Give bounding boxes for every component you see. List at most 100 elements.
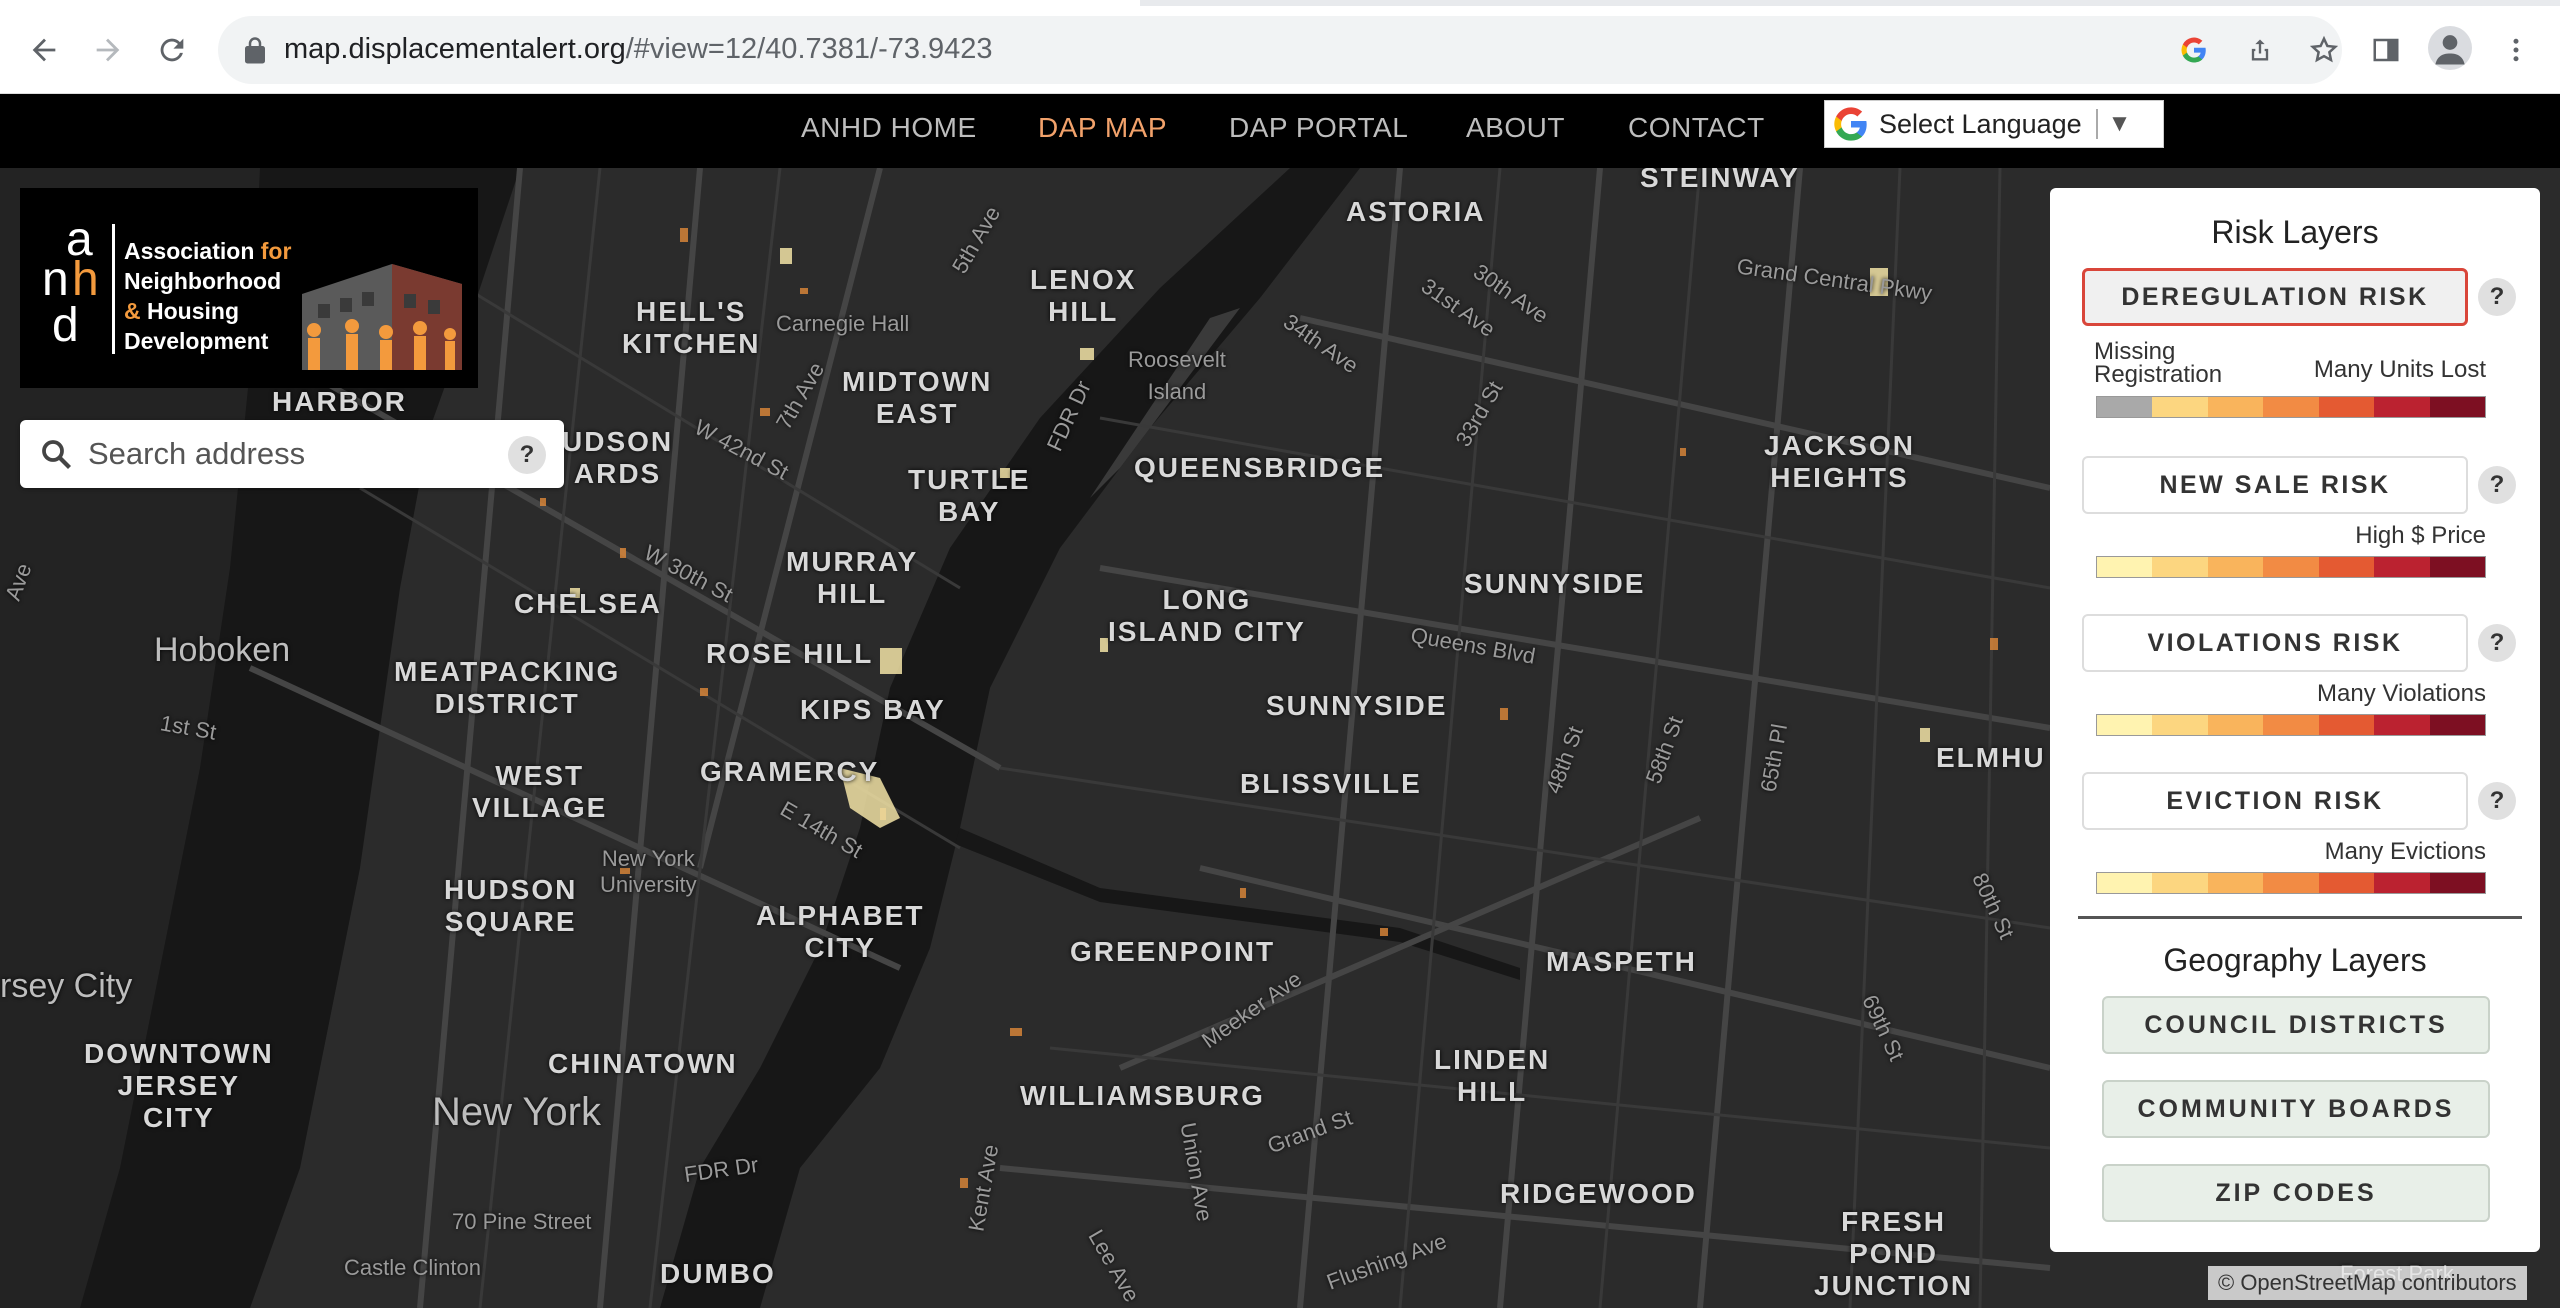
logo-letters: a n h d <box>42 216 122 368</box>
council-districts-button[interactable]: COUNCIL DISTRICTS <box>2102 996 2490 1054</box>
logo-building-art-icon <box>302 264 462 370</box>
map-label-kips-bay: KIPS BAY <box>800 694 946 725</box>
map-label-greenpoint: GREENPOINT <box>1070 936 1276 967</box>
new-sale-help-icon[interactable]: ? <box>2478 466 2516 504</box>
lock-icon <box>245 37 265 64</box>
panel-divider <box>2078 916 2522 919</box>
nav-dap-map[interactable]: DAP MAP <box>1038 112 1167 144</box>
map-label-ridgewood: RIDGEWOOD <box>1500 1178 1697 1209</box>
map-label-chelsea: CHELSEA <box>514 588 662 619</box>
map-label-lenox-hill: LENOX HILL <box>1030 264 1137 327</box>
eviction-help-icon[interactable]: ? <box>2478 782 2516 820</box>
map-label-sunnyside: SUNNYSIDE <box>1464 568 1646 599</box>
map-attribution[interactable]: © OpenStreetMap contributors <box>2208 1266 2527 1300</box>
new-sale-risk-button[interactable]: NEW SALE RISK <box>2082 456 2468 514</box>
deregulation-legend-high: Many Units Lost <box>2313 356 2486 383</box>
map-label-hudson-square: HUDSON SQUARE <box>444 874 578 937</box>
map-label-elmhurst: ELMHU <box>1936 742 2046 773</box>
logo-divider <box>112 224 115 354</box>
map-label-hells-kitchen: HELL'S KITCHEN <box>622 296 761 359</box>
map-label-jersey-city: rsey City <box>0 967 133 1005</box>
nav-about[interactable]: ABOUT <box>1466 112 1565 144</box>
logo-letter-n: n <box>42 253 69 306</box>
profile-avatar-icon[interactable] <box>2428 26 2472 70</box>
deregulation-help-icon[interactable]: ? <box>2478 278 2516 316</box>
map-label-linden-hill: LINDEN HILL <box>1434 1044 1551 1107</box>
address-bar[interactable]: map.displacementalert.org/#view=12/40.73… <box>218 16 2342 84</box>
url-text: map.displacementalert.org/#view=12/40.73… <box>284 33 993 65</box>
map-label-roosevelt-island: Roosevelt Island <box>1128 347 1226 404</box>
new-sale-legend-high: High $ Price <box>2355 522 2486 549</box>
nav-contact[interactable]: CONTACT <box>1628 112 1765 144</box>
map-label-carnegie-hall: Carnegie Hall <box>776 311 910 336</box>
caret-down-icon: ▼ <box>2107 110 2132 137</box>
map-label-steinway: STEINWAY <box>1640 168 1800 193</box>
risk-layers-title: Risk Layers <box>2211 214 2379 250</box>
deregulation-risk-button[interactable]: DEREGULATION RISK <box>2082 268 2468 326</box>
new-sale-color-ramp <box>2096 556 2486 578</box>
map-label-fresh-pond: FRESH POND JUNCTION <box>1814 1206 1974 1301</box>
anhd-logo[interactable]: a n h d Association for Neighborhood & H… <box>20 188 478 388</box>
map-label-alphabet-city: ALPHABET CITY <box>756 900 925 963</box>
map-label-castle-clinton: Castle Clinton <box>344 1255 481 1280</box>
map-label-williamsburg: WILLIAMSBURG <box>1020 1080 1265 1111</box>
map-label-gramercy: GRAMERCY <box>700 756 880 787</box>
violations-legend-high: Many Violations <box>2317 680 2486 707</box>
reload-icon[interactable] <box>148 26 196 74</box>
nav-dap-portal[interactable]: DAP PORTAL <box>1229 112 1408 144</box>
map-label-long-island-city: LONG ISLAND CITY <box>1108 584 1306 647</box>
map-label-sunnyside-2: SUNNYSIDE <box>1266 690 1448 721</box>
violations-risk-button[interactable]: VIOLATIONS RISK <box>2082 614 2468 672</box>
map-label-chinatown: CHINATOWN <box>548 1048 738 1079</box>
back-icon[interactable] <box>20 26 68 74</box>
browser-toolbar: map.displacementalert.org/#view=12/40.73… <box>0 0 2560 94</box>
map-label-nyu: New York University <box>600 846 697 897</box>
logo-name: Association for Neighborhood & Housing D… <box>124 238 292 354</box>
search-input[interactable] <box>88 430 508 478</box>
more-menu-icon[interactable] <box>2492 26 2540 74</box>
map-label-meatpacking: MEATPACKING DISTRICT <box>394 656 621 719</box>
deregulation-color-ramp <box>2096 396 2486 418</box>
map-label-murray-hill: MURRAY HILL <box>786 546 919 609</box>
map-label-downtown-jersey-city: DOWNTOWN JERSEY CITY <box>84 1038 274 1133</box>
google-lens-icon[interactable] <box>2176 32 2212 68</box>
map-label-rose-hill: ROSE HILL <box>706 638 874 669</box>
zip-codes-button[interactable]: ZIP CODES <box>2102 1164 2490 1222</box>
map-label-dumbo: DUMBO <box>660 1258 776 1289</box>
google-g-icon <box>1834 107 1867 141</box>
forward-icon[interactable] <box>84 26 132 74</box>
eviction-risk-button[interactable]: EVICTION RISK <box>2082 772 2468 830</box>
violations-color-ramp <box>2096 714 2486 736</box>
address-search-box: ? <box>20 420 564 488</box>
map-label-harbor: HARBOR <box>272 386 407 417</box>
map-label-new-york: New York <box>432 1090 601 1134</box>
map-label-astoria: ASTORIA <box>1346 196 1486 227</box>
eviction-legend-high: Many Evictions <box>2324 838 2486 865</box>
side-panel-icon[interactable] <box>2362 26 2410 74</box>
share-icon[interactable] <box>2242 32 2278 68</box>
map-label-jackson-heights: JACKSON HEIGHTS <box>1764 430 1915 493</box>
map-label-blissville: BLISSVILLE <box>1240 768 1422 799</box>
search-help-icon[interactable]: ? <box>508 436 546 474</box>
nav-anhd-home[interactable]: ANHD HOME <box>801 112 977 144</box>
language-separator <box>2095 109 2098 139</box>
violations-help-icon[interactable]: ? <box>2478 624 2516 662</box>
map-label-pine-street: 70 Pine Street <box>452 1209 592 1234</box>
logo-letter-h: h <box>72 253 99 306</box>
deregulation-legend-low: Missing Registration <box>2094 338 2223 388</box>
map-label-turtle-bay: TURTLE BAY <box>908 464 1031 527</box>
language-select[interactable]: Select Language ▼ <box>1824 100 2164 148</box>
bookmark-star-icon[interactable] <box>2306 32 2342 68</box>
map-label-maspeth: MASPETH <box>1546 946 1697 977</box>
map-label-queensbridge: QUEENSBRIDGE <box>1134 452 1386 483</box>
risk-layers-panel: Risk Layers DEREGULATION RISK ? Missing … <box>2050 188 2540 1252</box>
tab-strip <box>0 0 2560 6</box>
map-label-hoboken: Hoboken <box>154 631 291 669</box>
map-label-midtown-east: MIDTOWN EAST <box>842 366 993 429</box>
community-boards-button[interactable]: COMMUNITY BOARDS <box>2102 1080 2490 1138</box>
map-label-hudson-yards: UDSON ARDS <box>562 426 674 489</box>
eviction-color-ramp <box>2096 872 2486 894</box>
geography-layers-title: Geography Layers <box>2163 942 2427 978</box>
search-icon <box>42 440 71 469</box>
logo-letter-d: d <box>52 299 79 352</box>
